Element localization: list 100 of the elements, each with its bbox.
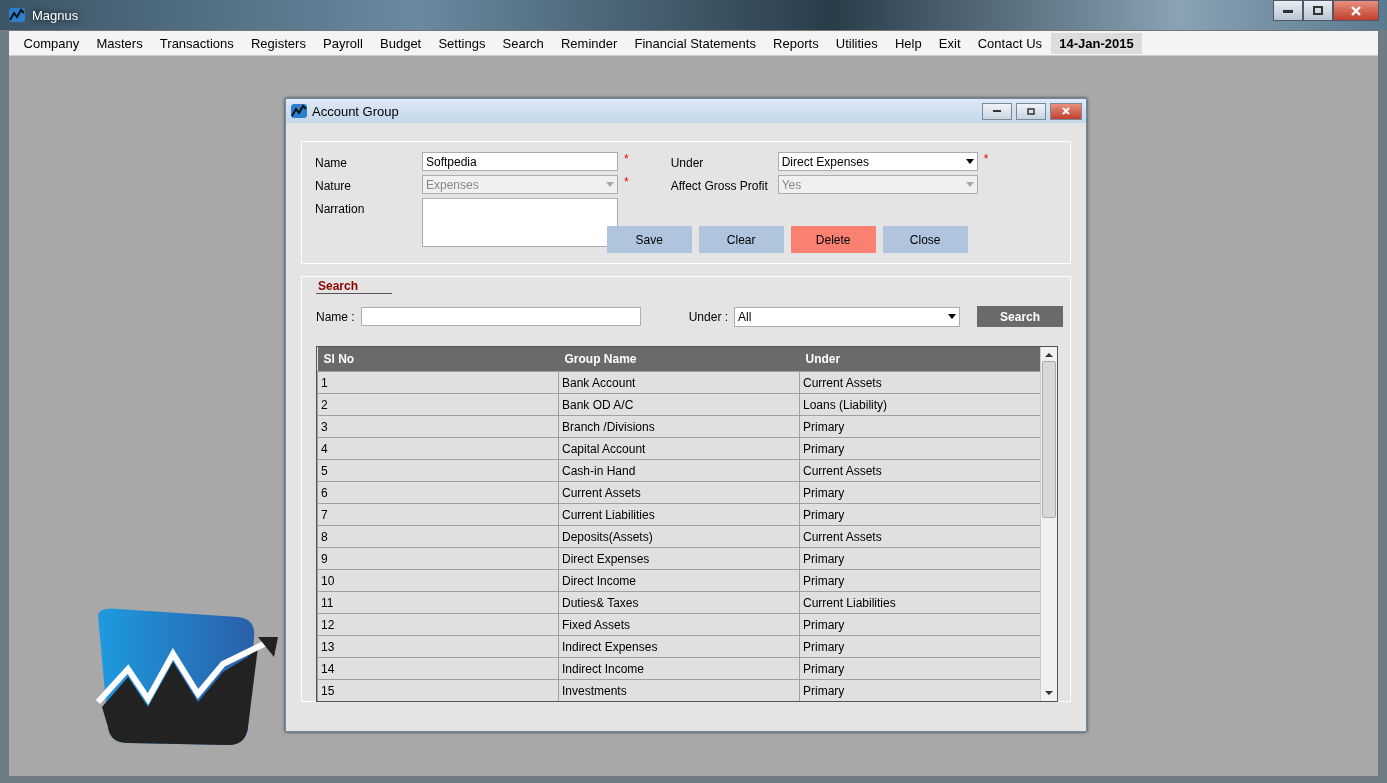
table-cell: Cash-in Hand (558, 459, 800, 482)
dropdown[interactable]: Direct Expenses (777, 152, 978, 171)
caret-icon (606, 182, 614, 187)
narration-field[interactable] (422, 198, 618, 247)
menu-item[interactable]: Search (494, 32, 553, 54)
menu-item[interactable]: Reports (764, 32, 828, 54)
menu-item[interactable]: Financial Statements (625, 32, 765, 54)
dialog-title: Account Group (312, 103, 399, 119)
table-cell: Direct Income (558, 569, 800, 592)
table-cell: Bank OD A/C (558, 393, 800, 416)
required-mark: * (624, 175, 629, 189)
table-cell: 8 (317, 525, 559, 548)
date-label: 14-Jan-2015 (1050, 32, 1143, 54)
caret-icon (965, 182, 974, 187)
table-cell: Primary (799, 503, 1040, 526)
close-icon (1351, 5, 1361, 16)
table-cell: Primary (799, 657, 1040, 680)
table-cell: 5 (317, 459, 559, 482)
maximize-button[interactable] (1016, 102, 1046, 120)
table-cell: Primary (799, 437, 1040, 460)
menu-item[interactable]: Help (886, 32, 931, 54)
menu-item[interactable]: Registers (242, 32, 315, 54)
scroll-down-icon[interactable] (1045, 689, 1053, 697)
table-cell: Indirect Income (558, 657, 800, 680)
table-cell: 4 (317, 437, 559, 460)
field-label: Nature (315, 178, 353, 193)
field-label: Under : (688, 309, 729, 324)
close-icon (1062, 107, 1070, 115)
table-cell: 14 (317, 657, 559, 680)
column-header: Sl No (317, 347, 559, 372)
table-cell: Indirect Expenses (558, 635, 800, 658)
table-cell: Bank Account (558, 371, 800, 394)
table-cell: 2 (317, 393, 559, 416)
table-cell: Current Liabilities (799, 591, 1040, 614)
maximize-button[interactable] (1303, 0, 1333, 21)
minimize-button[interactable] (1273, 0, 1303, 21)
table-cell: Primary (799, 613, 1040, 636)
menu-item[interactable]: Reminder (552, 32, 626, 54)
menu-item[interactable]: Contact Us (969, 32, 1051, 54)
minimize-button[interactable] (982, 102, 1012, 120)
table-cell: Deposits(Assets) (558, 525, 800, 548)
table-cell: 3 (317, 415, 559, 438)
menu-item[interactable]: Exit (930, 32, 970, 54)
menu-item[interactable]: Company (15, 32, 88, 54)
form-button[interactable]: Clear (698, 226, 784, 253)
field-label: Affect Gross Profit (670, 178, 769, 193)
table-cell: Duties& Taxes (558, 591, 800, 614)
table-cell: 1 (317, 371, 559, 394)
scrollbar[interactable] (1040, 347, 1057, 701)
required-mark: * (624, 152, 629, 166)
scroll-up-icon[interactable] (1045, 351, 1053, 359)
menu-item[interactable]: Budget (371, 32, 430, 54)
menu-item[interactable]: Utilities (827, 32, 887, 54)
name-field[interactable]: Softpedia (422, 152, 618, 171)
close-button[interactable] (1050, 102, 1082, 120)
menu-item[interactable]: Payroll (314, 32, 372, 54)
table-cell: Primary (799, 635, 1040, 658)
under-dropdown[interactable]: All (734, 306, 961, 327)
table-cell: Primary (799, 415, 1040, 438)
table-cell: Primary (799, 547, 1040, 570)
field-label: Under (670, 155, 705, 170)
name-search-field[interactable] (360, 307, 641, 326)
table-cell: 12 (317, 613, 559, 636)
form-button[interactable]: Save (606, 226, 692, 253)
form-button[interactable]: Close (882, 226, 968, 253)
minimize-icon (993, 109, 1001, 113)
table-cell: 9 (317, 547, 559, 570)
table-cell: Primary (799, 569, 1040, 592)
table-cell: Current Assets (799, 371, 1040, 394)
table-cell: 15 (317, 679, 559, 701)
field-label: Name (315, 155, 348, 170)
table-cell: Current Assets (799, 525, 1040, 548)
caret-icon (948, 314, 957, 319)
column-header: Under (799, 347, 1040, 372)
menu-item[interactable]: Settings (429, 32, 494, 54)
caret-icon (965, 159, 974, 164)
table-cell: Loans (Liability) (799, 393, 1040, 416)
window-title: Magnus (32, 7, 79, 23)
menu-item[interactable]: Masters (87, 32, 152, 54)
menu-item[interactable]: Transactions (151, 32, 243, 54)
maximize-icon (1027, 107, 1035, 115)
table-cell: 10 (317, 569, 559, 592)
table-cell: Current Assets (558, 481, 800, 504)
app-icon (290, 102, 308, 120)
table-cell: Capital Account (558, 437, 800, 460)
table-cell: 13 (317, 635, 559, 658)
table-cell: Current Liabilities (558, 503, 800, 526)
maximize-icon (1313, 6, 1323, 15)
app-icon (8, 6, 26, 24)
table-cell: 7 (317, 503, 559, 526)
search-button[interactable]: Search (977, 306, 1064, 327)
table-cell: Primary (799, 679, 1040, 701)
field-label: Name : (316, 309, 355, 324)
required-mark: * (983, 152, 989, 166)
table-cell: Direct Expenses (558, 547, 800, 570)
table-cell: Current Assets (799, 459, 1040, 482)
close-button[interactable] (1333, 0, 1379, 21)
table-cell: 11 (317, 591, 559, 614)
table-cell: Branch /Divisions (558, 415, 800, 438)
delete-button[interactable]: Delete (790, 226, 876, 253)
